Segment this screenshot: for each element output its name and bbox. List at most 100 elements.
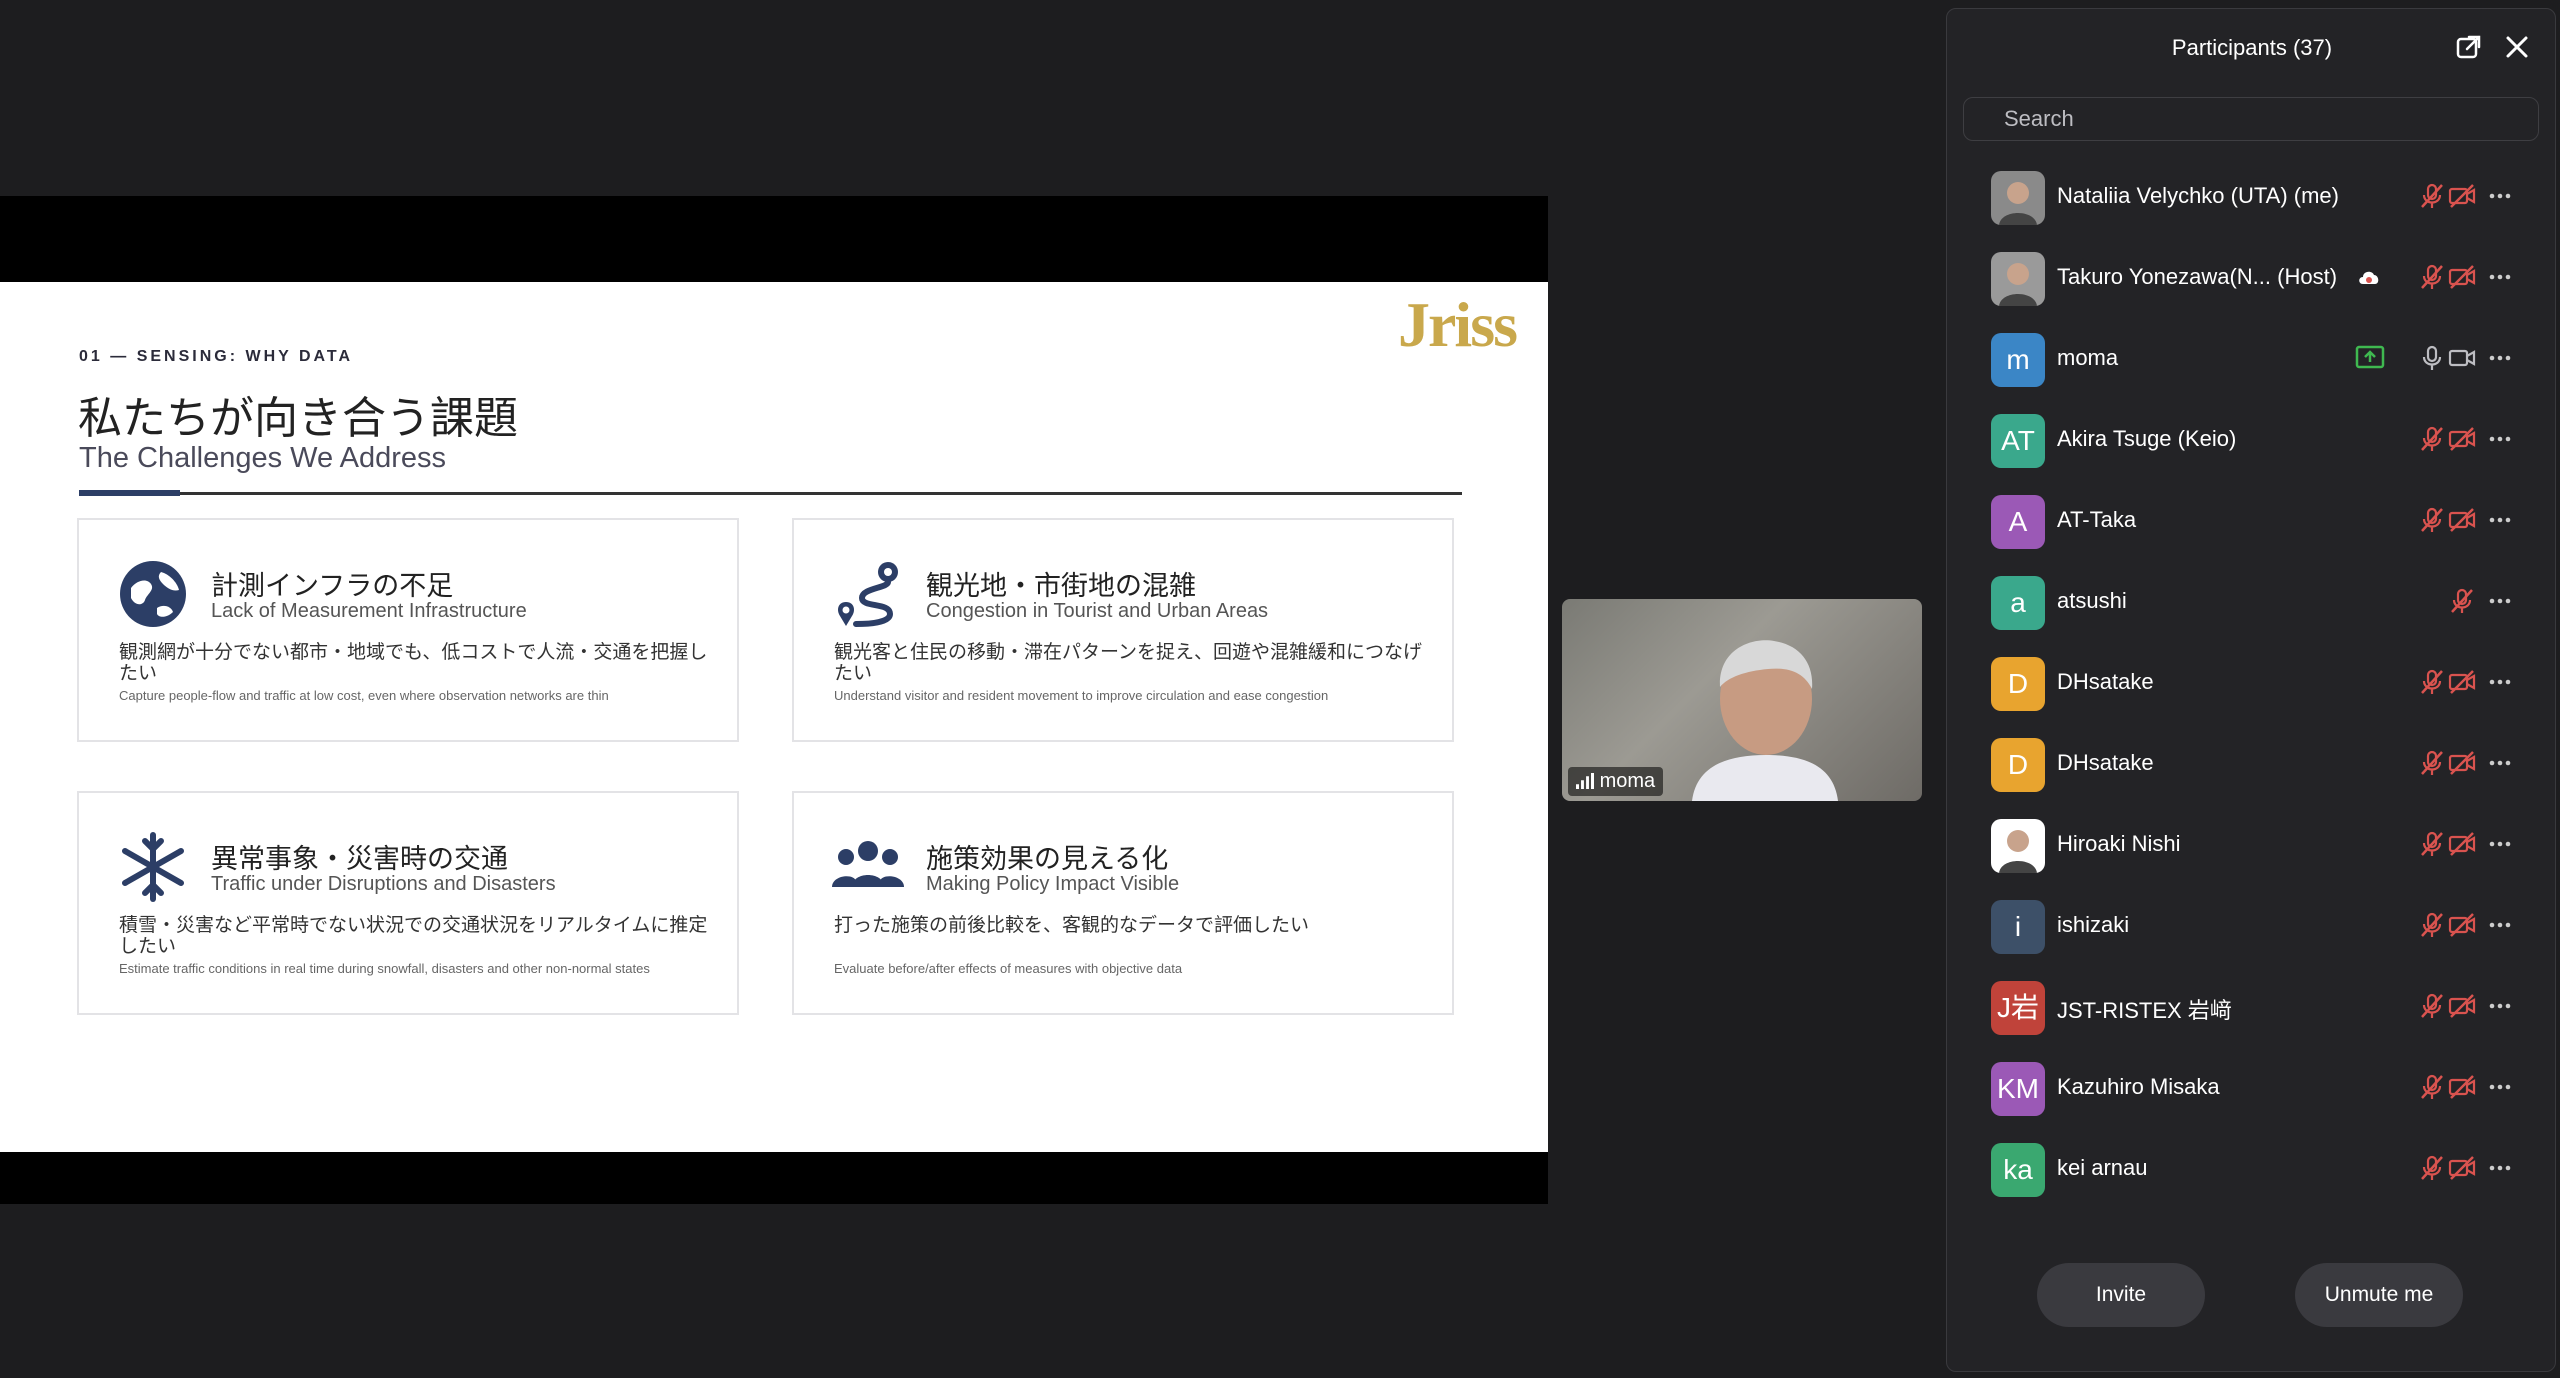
card-caption: Understand visitor and resident movement… [834,688,1329,703]
participant-row[interactable]: a atsushi [1947,558,2557,639]
more-options-icon[interactable] [2485,505,2515,535]
more-options-icon[interactable] [2485,181,2515,211]
more-options-icon[interactable] [2485,1072,2515,1102]
video-name-label: moma [1568,767,1664,796]
mic-muted-icon[interactable] [2417,1153,2447,1183]
participant-name: ishizaki [2057,912,2130,937]
title-divider [79,492,1462,495]
avatar: D [1991,657,2045,711]
card-title-jp: 計測インフラの不足 [211,571,454,601]
video-tile[interactable]: moma [1562,599,1922,801]
participant-row[interactable]: Nataliia Velychko (UTA) (me) [1947,153,2557,234]
camera-off-icon[interactable] [2447,667,2477,697]
challenge-card: 観光地・市街地の混雑 Congestion in Tourist and Urb… [792,518,1454,742]
participant-row[interactable]: D DHsatake [1947,720,2557,801]
participant-name: JST-RISTEX 岩﨑 [2057,998,2232,1023]
participant-name: moma [2057,345,2119,370]
card-title-jp: 異常事象・災害時の交通 [211,844,508,874]
avatar: ka [1991,1143,2045,1197]
camera-off-icon[interactable] [2447,262,2477,292]
title-divider-accent [79,490,180,496]
more-options-icon[interactable] [2485,667,2515,697]
mic-muted-icon[interactable] [2417,1072,2447,1102]
close-icon[interactable] [2503,33,2531,61]
card-caption: Capture people-flow and traffic at low c… [119,688,609,703]
more-options-icon[interactable] [2485,586,2515,616]
avatar [1991,819,2045,873]
avatar: J岩 [1991,981,2045,1035]
participant-video-frame [1692,640,1838,801]
card-title-jp: 施策効果の見える化 [926,844,1169,874]
participant-row[interactable]: Hiroaki Nishi [1947,801,2557,882]
logo: Jriss [1398,289,1518,360]
mic-muted-icon[interactable] [2417,991,2447,1021]
participant-row[interactable]: m moma [1947,315,2557,396]
card-description: 観光客と住民の移動・滞在パターンを捉え、回遊や混雑緩和につなげたい [834,642,1423,684]
challenge-card: 異常事象・災害時の交通 Traffic under Disruptions an… [77,791,739,1015]
camera-off-icon[interactable] [2447,505,2477,535]
camera-off-icon[interactable] [2447,1072,2477,1102]
globe-icon [120,561,186,627]
video-name: moma [1599,770,1656,792]
camera-icon[interactable] [2447,343,2477,373]
challenge-card: 計測インフラの不足 Lack of Measurement Infrastruc… [77,518,739,742]
avatar [1991,171,2045,225]
more-options-icon[interactable] [2485,424,2515,454]
participant-row[interactable]: AT Akira Tsuge (Keio) [1947,396,2557,477]
mic-muted-icon[interactable] [2417,667,2447,697]
participant-row[interactable]: J岩 JST-RISTEX 岩﨑 [1947,963,2557,1044]
participant-row[interactable]: ka kei arnau [1947,1125,2557,1206]
mic-muted-icon[interactable] [2417,424,2447,454]
card-description: 観測網が十分でない都市・地域でも、低コストで人流・交通を把握したい [119,642,708,684]
avatar [1991,252,2045,306]
route-icon [838,562,898,627]
pop-out-icon[interactable] [2455,33,2483,61]
camera-off-icon[interactable] [2447,1153,2477,1183]
avatar: AT [1991,414,2045,468]
participant-name: Akira Tsuge (Keio) [2057,426,2237,451]
more-options-icon[interactable] [2485,829,2515,859]
participant-row[interactable]: i ishizaki [1947,882,2557,963]
mic-muted-icon[interactable] [2417,910,2447,940]
avatar: KM [1991,1062,2045,1116]
search-input[interactable] [1963,97,2539,141]
camera-off-icon[interactable] [2447,748,2477,778]
participant-row[interactable]: KM Kazuhiro Misaka [1947,1044,2557,1125]
card-title-en: Making Policy Impact Visible [926,873,1180,895]
participant-row[interactable]: D DHsatake [1947,639,2557,720]
camera-off-icon[interactable] [2447,181,2477,211]
card-description: 打った施策の前後比較を、客観的なデータで評価したい [834,915,1310,936]
challenge-card: 施策効果の見える化 Making Policy Impact Visible 打… [792,791,1454,1015]
more-options-icon[interactable] [2485,1153,2515,1183]
mic-muted-icon[interactable] [2417,181,2447,211]
mic-muted-icon[interactable] [2417,748,2447,778]
participant-name: kei arnau [2057,1155,2148,1180]
participant-name: DHsatake [2057,669,2154,694]
card-title-en: Congestion in Tourist and Urban Areas [926,600,1269,622]
camera-off-icon[interactable] [2447,424,2477,454]
mic-muted-icon[interactable] [2447,586,2477,616]
mic-muted-icon[interactable] [2417,262,2447,292]
camera-off-icon[interactable] [2447,991,2477,1021]
participant-name: Nataliia Velychko (UTA) (me) [2057,183,2339,208]
more-options-icon[interactable] [2485,910,2515,940]
avatar: m [1991,333,2045,387]
signal-strength-icon [1576,773,1594,789]
more-options-icon[interactable] [2485,991,2515,1021]
invite-button[interactable]: Invite [2037,1263,2205,1327]
camera-off-icon[interactable] [2447,829,2477,859]
camera-off-icon[interactable] [2447,910,2477,940]
participant-name: atsushi [2057,588,2127,613]
participant-name: DHsatake [2057,750,2154,775]
participant-row[interactable]: A AT-Taka [1947,477,2557,558]
unmute-me-button[interactable]: Unmute me [2295,1263,2463,1327]
card-caption: Evaluate before/after effects of measure… [834,961,1183,976]
more-options-icon[interactable] [2485,343,2515,373]
participant-row[interactable]: Takuro Yonezawa(N... (Host) [1947,234,2557,315]
more-options-icon[interactable] [2485,748,2515,778]
mic-muted-icon[interactable] [2417,505,2447,535]
avatar: A [1991,495,2045,549]
mic-icon[interactable] [2417,343,2447,373]
mic-muted-icon[interactable] [2417,829,2447,859]
more-options-icon[interactable] [2485,262,2515,292]
